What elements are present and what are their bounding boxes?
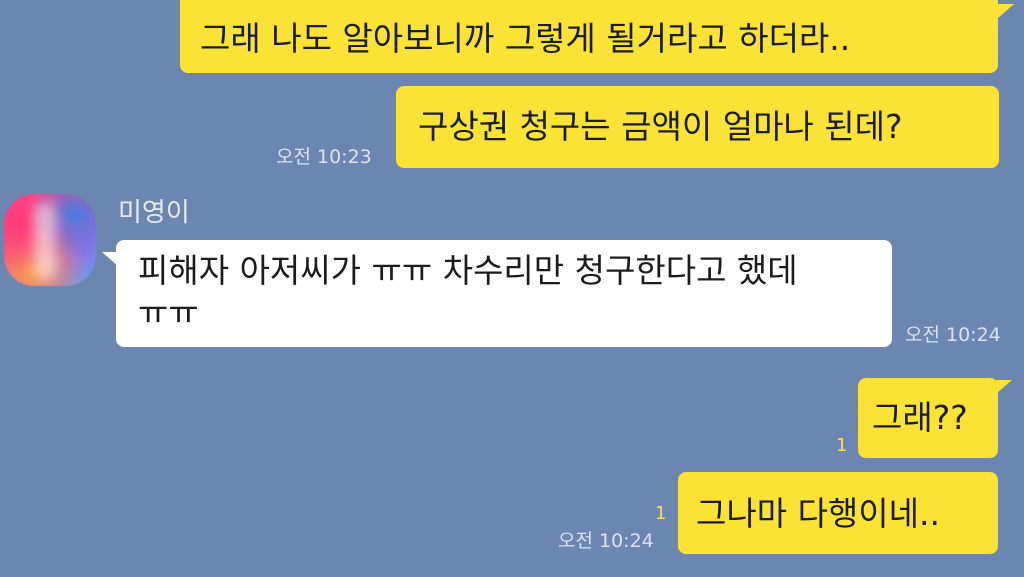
message-text: 그나마 다행이네.. xyxy=(696,494,940,533)
contact-name: 미영이 xyxy=(118,198,190,228)
message-text-line: ㅠㅠ xyxy=(138,293,199,332)
my-message-bubble[interactable]: 그래?? xyxy=(858,378,998,458)
unread-count: 1 xyxy=(655,503,667,524)
unread-count: 1 xyxy=(836,435,848,456)
my-message-bubble[interactable]: 구상권 청구는 금액이 얼마나 된데? xyxy=(396,86,999,168)
contact-avatar-icon[interactable] xyxy=(4,194,96,286)
their-message-bubble[interactable]: 피해자 아저씨가 ㅠㅠ 차수리만 청구한다고 했데 ㅠㅠ xyxy=(116,240,892,347)
timestamp: 오전 10:24 xyxy=(558,530,654,552)
timestamp: 오전 10:23 xyxy=(276,146,372,168)
message-text: 그래 나도 알아보니까 그렇게 될거라고 하더라.. xyxy=(200,19,851,58)
my-message-bubble[interactable]: 그래 나도 알아보니까 그렇게 될거라고 하더라.. xyxy=(180,0,998,73)
bubble-tail xyxy=(998,4,1014,18)
message-text: 그래?? xyxy=(872,398,968,437)
my-message-bubble[interactable]: 그나마 다행이네.. xyxy=(678,472,998,554)
timestamp: 오전 10:24 xyxy=(905,324,1001,346)
message-text: 구상권 청구는 금액이 얼마나 된데? xyxy=(418,107,903,146)
bubble-tail xyxy=(996,380,1012,394)
message-text-line: 피해자 아저씨가 ㅠㅠ 차수리만 청구한다고 했데 xyxy=(138,251,798,290)
